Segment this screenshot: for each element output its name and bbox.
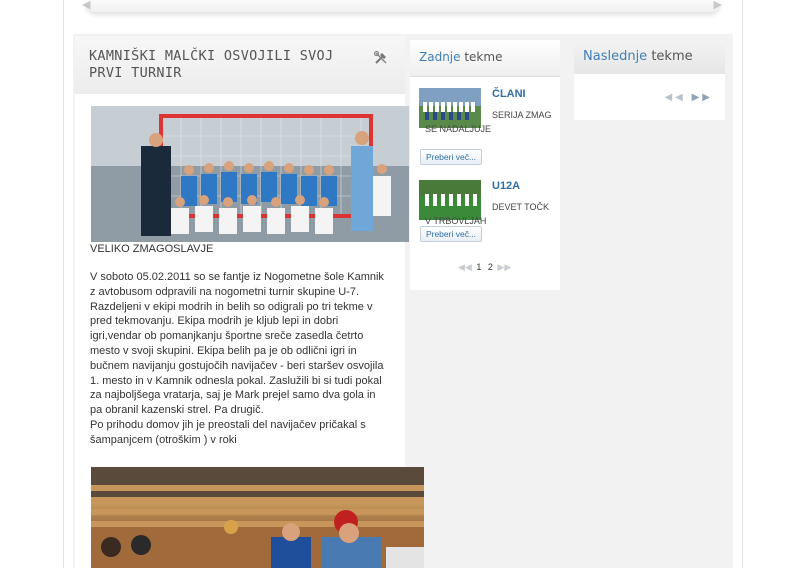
last-matches-title: Zadnje tekme xyxy=(419,50,503,64)
next-matches-next-icon[interactable]: ▶▶ xyxy=(692,92,713,103)
next-matches-prev-icon[interactable]: ◀◀ xyxy=(664,92,685,103)
team-photo xyxy=(91,106,409,242)
next-matches-title: Naslednje tekme xyxy=(583,49,693,64)
article-body: V soboto 05.02.2011 so se fantje iz Nogo… xyxy=(90,270,402,448)
last-matches-box: Zadnje tekme ČLANI SERIJA ZMAG SE NADALJ… xyxy=(410,40,560,290)
pagination: ◀◀ 1 2 ▶▶ xyxy=(458,262,511,273)
list-item: ČLANI SERIJA ZMAG SE NADALJUJE Preberi v… xyxy=(410,88,560,168)
article-header: KAMNIŠKI MALČKI OSVOJILI SVOJ PRVI TURNI… xyxy=(75,36,405,94)
list-item: U12A DEVET TOČK V TRBOVLJAH Preberi več.… xyxy=(410,180,560,260)
next-matches-header: Naslednje tekme xyxy=(574,40,725,74)
read-more-button[interactable]: Preberi več... xyxy=(420,149,482,165)
pager-page-1[interactable]: 1 xyxy=(476,262,481,272)
article-title: KAMNIŠKI MALČKI OSVOJILI SVOJ PRVI TURNI… xyxy=(89,48,334,81)
top-slider: ◀ ▶ xyxy=(82,0,722,12)
next-matches-controls: ◀◀ ▶▶ xyxy=(664,92,713,103)
match-team[interactable]: ČLANI xyxy=(492,88,526,100)
next-matches-box: Naslednje tekme ◀◀ ▶▶ xyxy=(574,40,725,120)
pager-next-icon[interactable]: ▶▶ xyxy=(497,262,511,272)
article-text: V soboto 05.02.2011 so se fantje iz Nogo… xyxy=(90,271,384,446)
pager-prev-icon[interactable]: ◀◀ xyxy=(458,262,472,272)
match-summary: SERIJA ZMAG SE NADALJUJE xyxy=(425,110,552,134)
celebration-photo xyxy=(91,467,424,568)
article: KAMNIŠKI MALČKI OSVOJILI SVOJ PRVI TURNI… xyxy=(75,36,424,568)
read-more-button[interactable]: Preberi več... xyxy=(420,226,482,242)
match-team[interactable]: U12A xyxy=(492,180,520,192)
tools-icon[interactable] xyxy=(373,50,389,66)
photo-caption: VELIKO ZMAGOSLAVJE xyxy=(90,243,214,255)
pager-page-2[interactable]: 2 xyxy=(488,262,493,272)
last-matches-header: Zadnje tekme xyxy=(410,40,560,77)
slider-next-icon[interactable]: ▶ xyxy=(714,0,722,11)
match-summary: DEVET TOČK V TRBOVLJAH xyxy=(425,202,550,226)
slider-prev-icon[interactable]: ◀ xyxy=(82,0,90,11)
